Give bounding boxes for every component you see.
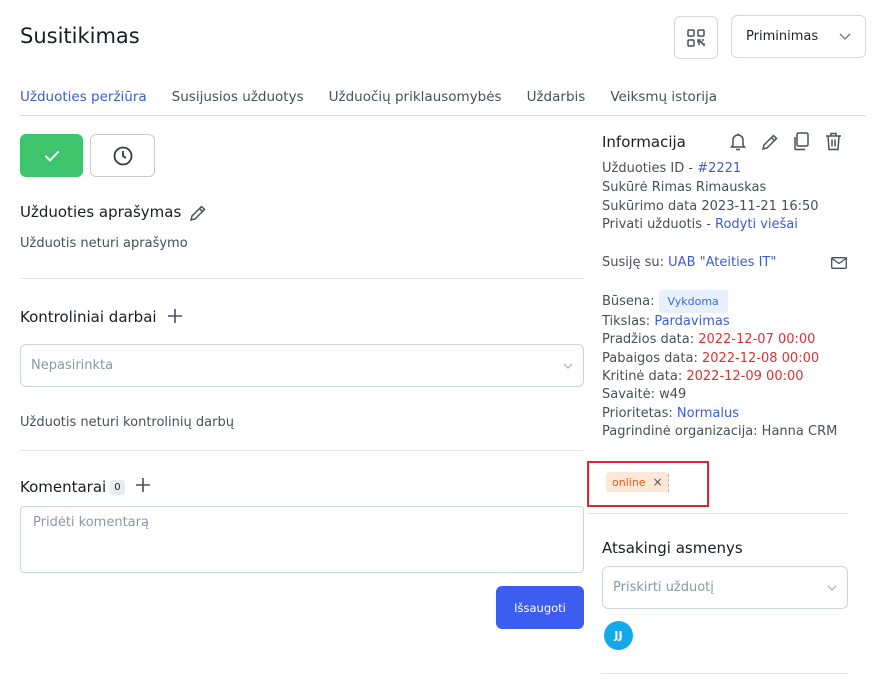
- status-label: Būsena:: [602, 294, 655, 309]
- critical-date-label: Kritinė data:: [602, 369, 687, 384]
- organization-line: Pagrindinė organizacija: Hanna CRM: [602, 424, 838, 439]
- end-date-line: Pabaigos data: 2022-12-08 00:00: [602, 349, 819, 368]
- control-works-placeholder: Nepasirinkta: [31, 358, 114, 373]
- control-works-empty-text: Užduotis neturi kontrolinių darbų: [20, 415, 234, 430]
- copy-button[interactable]: [792, 132, 810, 151]
- related-line: Susiję su: UAB "Ateities IT": [602, 253, 776, 272]
- goal-link[interactable]: Pardavimas: [654, 314, 729, 329]
- description-title: Užduoties aprašymas: [20, 203, 182, 221]
- start-date-line: Pradžios data: 2022-12-07 00:00: [602, 330, 815, 349]
- plus-icon: [136, 478, 150, 492]
- tab-bar: Užduoties peržiūra Susijusios užduotys U…: [20, 89, 742, 105]
- divider: [602, 673, 848, 674]
- goal-line: Tikslas: Pardavimas: [602, 312, 730, 331]
- tab-action-history[interactable]: Veiksmų istorija: [610, 89, 717, 105]
- chevron-down-icon: [563, 363, 573, 369]
- tag-label: online: [612, 475, 646, 489]
- critical-date-value: 2022-12-09 00:00: [686, 369, 804, 384]
- control-works-select[interactable]: Nepasirinkta: [20, 344, 584, 387]
- check-icon: [44, 150, 59, 162]
- priority-link[interactable]: Normalus: [677, 406, 739, 421]
- assign-placeholder: Priskirti užduotį: [613, 580, 714, 595]
- status-line: Būsena: Vykdoma: [602, 290, 728, 313]
- divider: [20, 450, 584, 451]
- task-id-link[interactable]: #2221: [697, 161, 741, 176]
- assign-task-select[interactable]: Priskirti užduotį: [602, 566, 848, 609]
- page-title: Susitikimas: [20, 24, 140, 48]
- clock-icon: [113, 146, 132, 165]
- save-button[interactable]: Išsaugoti: [496, 586, 584, 629]
- show-public-link[interactable]: Rodyti viešai: [715, 217, 798, 232]
- private-label: Privati užduotis -: [602, 217, 716, 232]
- qr-code-button[interactable]: [674, 16, 718, 59]
- comment-textarea[interactable]: Pridėti komentarą: [20, 506, 584, 573]
- created-by: Sukūrė Rimas Rimauskas: [602, 180, 767, 195]
- edit-description-button[interactable]: [189, 204, 207, 222]
- priority-label: Prioritetas:: [602, 406, 677, 421]
- remove-tag-icon[interactable]: ×: [653, 475, 663, 489]
- complete-button[interactable]: [20, 134, 83, 177]
- critical-date-line: Kritinė data: 2022-12-09 00:00: [602, 367, 804, 386]
- reminder-select-value: Priminimas: [746, 29, 819, 44]
- related-company-link[interactable]: UAB "Ateities IT": [668, 255, 776, 270]
- mail-icon: [831, 257, 847, 269]
- start-date-label: Pradžios data:: [602, 332, 699, 347]
- delete-button[interactable]: [825, 132, 842, 151]
- related-label: Susiję su:: [602, 255, 669, 270]
- edit-info-button[interactable]: [761, 133, 779, 151]
- control-works-title: Kontroliniai darbai: [20, 308, 157, 326]
- chevron-down-icon: [827, 585, 837, 591]
- plus-icon: [168, 309, 182, 323]
- responsible-title: Atsakingi asmenys: [602, 539, 743, 557]
- tab-earnings[interactable]: Uždarbis: [527, 89, 586, 105]
- avatar[interactable]: JJ: [604, 621, 633, 650]
- end-date-value: 2022-12-08 00:00: [701, 351, 820, 366]
- info-title: Informacija: [602, 133, 686, 151]
- comments-count-badge: 0: [110, 480, 125, 495]
- end-date-label: Pabaigos data:: [602, 351, 702, 366]
- comments-title: Komentarai 0: [20, 478, 125, 496]
- task-id-label: Užduoties ID -: [602, 161, 698, 176]
- tab-task-overview[interactable]: Užduoties peržiūra: [20, 89, 147, 105]
- task-id-line: Užduoties ID - #2221: [602, 159, 741, 178]
- reminder-select[interactable]: Priminimas: [731, 15, 866, 58]
- qr-code-icon: [687, 28, 705, 47]
- private-line: Privati užduotis - Rodyti viešai: [602, 215, 798, 234]
- time-button[interactable]: [90, 134, 155, 177]
- status-badge: Vykdoma: [658, 290, 728, 313]
- tag-input-cursor[interactable]: [668, 474, 669, 492]
- tag-chip: online ×: [606, 472, 669, 492]
- comments-title-text: Komentarai: [20, 478, 107, 496]
- tabs-divider: [20, 115, 866, 116]
- pencil-icon: [189, 205, 206, 222]
- copy-icon: [794, 132, 809, 151]
- tab-related-tasks[interactable]: Susijusios užduotys: [172, 89, 304, 105]
- comment-placeholder: Pridėti komentarą: [33, 515, 149, 530]
- week-line: Savaitė: w49: [602, 387, 687, 402]
- notification-button[interactable]: [729, 132, 747, 151]
- chevron-down-icon: [839, 33, 851, 40]
- created-date: Sukūrimo data 2023-11-21 16:50: [602, 199, 819, 214]
- add-comment-button[interactable]: [135, 477, 151, 493]
- trash-icon: [826, 132, 841, 151]
- pencil-icon: [761, 134, 778, 151]
- description-empty-text: Užduotis neturi aprašymo: [20, 236, 188, 251]
- priority-line: Prioritetas: Normalus: [602, 404, 739, 423]
- divider: [20, 278, 584, 279]
- divider: [587, 513, 848, 514]
- send-email-button[interactable]: [831, 257, 847, 269]
- goal-label: Tikslas:: [602, 314, 655, 329]
- tab-dependencies[interactable]: Užduočių priklausomybės: [329, 89, 502, 105]
- bell-icon: [730, 133, 746, 151]
- start-date-value: 2022-12-07 00:00: [698, 332, 816, 347]
- add-control-work-button[interactable]: [167, 308, 183, 324]
